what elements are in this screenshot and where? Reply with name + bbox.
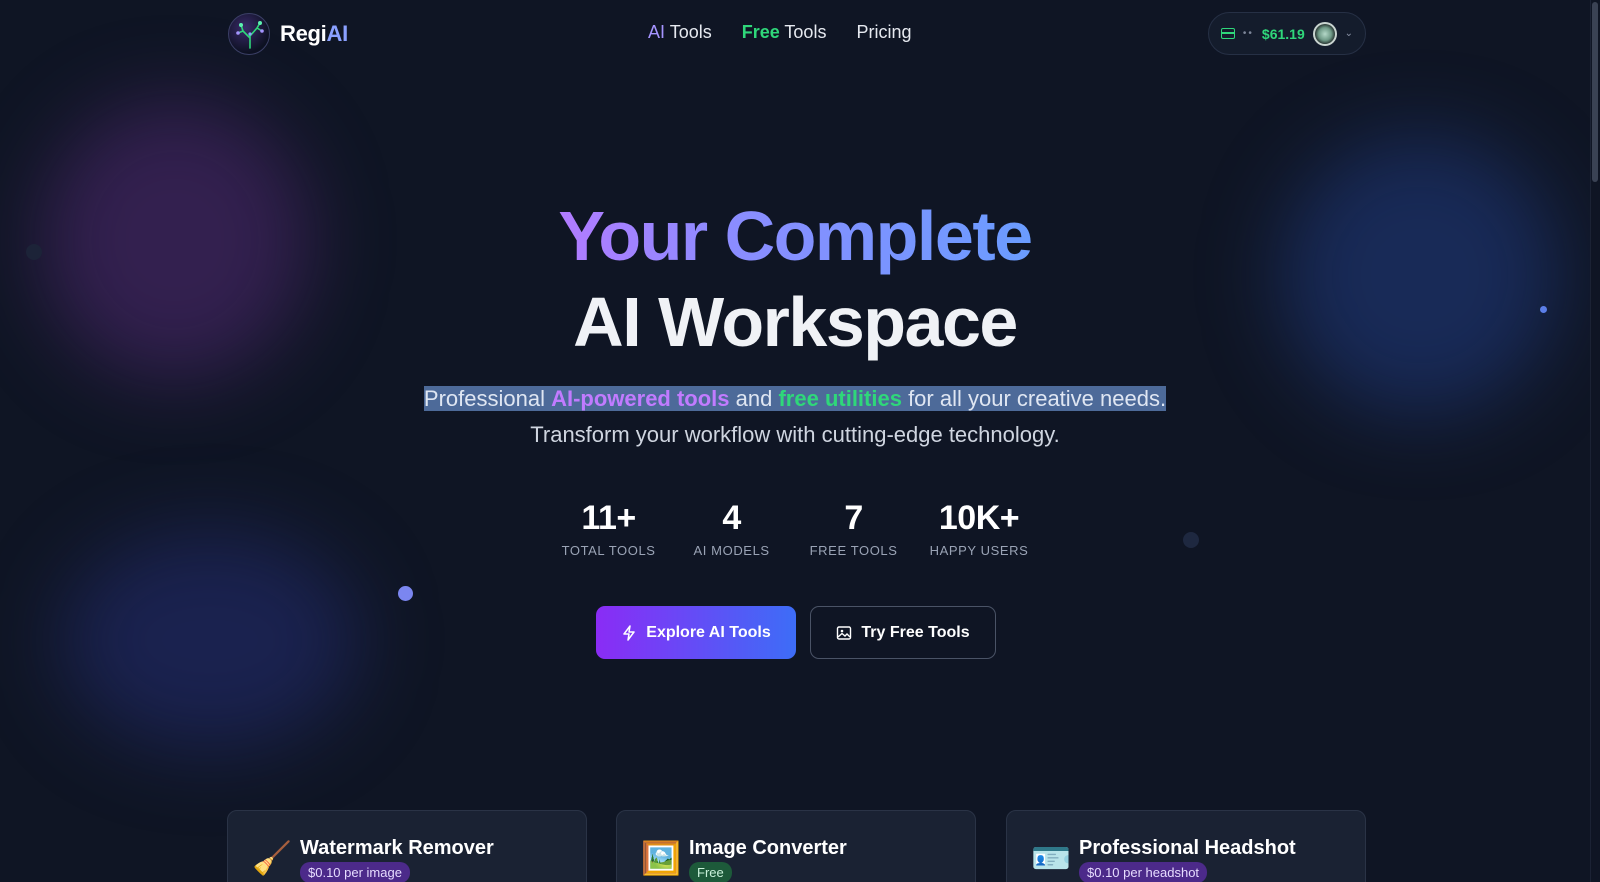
subtitle-part: Professional [423, 386, 552, 411]
chevron-down-icon: ⌄ [1344, 28, 1353, 39]
main-nav: AI Tools Free Tools Pricing [648, 22, 911, 43]
nav-free-tools-label: Tools [779, 22, 827, 42]
nav-free-tools-accent: Free [741, 22, 780, 42]
page-scrollbar[interactable] [1590, 0, 1600, 882]
stat-label: TOTAL TOOLS [561, 543, 656, 558]
broom-icon: 🧹 [252, 840, 292, 876]
scrollbar-thumb[interactable] [1592, 2, 1598, 182]
subtitle-part: Transform your workflow with cutting-edg… [530, 422, 1060, 447]
hero-title-line1-text: Your Complete [558, 197, 1033, 275]
framed-picture-icon: 🖼️ [641, 840, 681, 876]
stat-value: 11+ [581, 499, 636, 537]
stats-row: 11+ TOTAL TOOLS 4 AI MODELS 7 FREE TOOLS… [0, 497, 1590, 558]
try-free-tools-label: Try Free Tools [861, 623, 970, 641]
tool-card-watermark-remover[interactable]: 🧹 Watermark Remover $0.10 per image [227, 810, 587, 882]
nav-free-tools[interactable]: Free Tools [742, 22, 827, 43]
tool-card-professional-headshot[interactable]: 🪪 Professional Headshot $0.10 per headsh… [1006, 810, 1366, 882]
hero-title-line2: AI Workspace [573, 283, 1018, 361]
brand-logo[interactable]: RegiAI [228, 13, 348, 55]
hero-title-line1: Your Complete [0, 196, 1590, 276]
nav-pricing[interactable]: Pricing [856, 22, 911, 43]
id-card-icon: 🪪 [1031, 840, 1071, 876]
brand-name-part1: Regi [280, 21, 327, 46]
bg-dot [398, 586, 413, 601]
tool-card-title: Image Converter [689, 837, 847, 859]
tool-card-image-converter[interactable]: 🖼️ Image Converter Free [616, 810, 976, 882]
stat-total-tools: 11+ TOTAL TOOLS [562, 497, 656, 558]
subtitle-part: and [729, 386, 779, 411]
brand-name: RegiAI [280, 21, 348, 47]
explore-ai-tools-label: Explore AI Tools [646, 623, 771, 641]
subtitle-part: for all your creative [901, 386, 1101, 411]
stat-label: AI MODELS [693, 543, 770, 558]
nav-ai-tools[interactable]: AI Tools [648, 22, 712, 43]
tool-card-title: Professional Headshot [1079, 837, 1296, 859]
image-icon [837, 625, 852, 640]
hero-subtitle: Professional AI-powered tools and free u… [400, 381, 1190, 453]
bg-blob-blue-left [60, 530, 360, 750]
subtitle-ai-tools: AI-powered tools [551, 386, 730, 411]
stat-value: 10K+ [938, 499, 1020, 537]
top-header: RegiAI AI Tools Free Tools Pricing •• $6… [0, 0, 1590, 68]
price-badge: $0.10 per image [300, 862, 410, 882]
stat-label: HAPPY USERS [929, 543, 1029, 558]
stat-free-tools: 7 FREE TOOLS [808, 497, 900, 558]
nav-ai-tools-label: Tools [665, 22, 712, 42]
stat-value: 7 [844, 499, 863, 537]
stat-value: 4 [722, 499, 741, 537]
subtitle-free-utilities: free utilities [778, 386, 902, 411]
try-free-tools-button[interactable]: Try Free Tools [810, 606, 996, 659]
explore-ai-tools-button[interactable]: Explore AI Tools [596, 606, 796, 659]
stat-happy-users: 10K+ HAPPY USERS [930, 497, 1029, 558]
user-avatar [1312, 21, 1337, 46]
price-badge: Free [689, 862, 732, 882]
credit-card-icon [1221, 28, 1235, 39]
wallet-menu-button[interactable]: •• $61.19 ⌄ [1208, 12, 1366, 55]
tool-card-title: Watermark Remover [300, 837, 494, 859]
nav-ai-tools-accent: AI [648, 22, 666, 42]
wallet-balance: $61.19 [1261, 25, 1305, 42]
stat-ai-models: 4 AI MODELS [686, 497, 778, 558]
subtitle-part: needs. [1100, 386, 1167, 411]
wallet-masked: •• [1242, 28, 1254, 39]
neural-tree-logo-icon [228, 13, 270, 55]
price-badge: $0.10 per headshot [1079, 862, 1208, 882]
stat-label: FREE TOOLS [809, 543, 898, 558]
lightning-icon [623, 624, 636, 641]
brand-name-part2: AI [326, 21, 348, 46]
